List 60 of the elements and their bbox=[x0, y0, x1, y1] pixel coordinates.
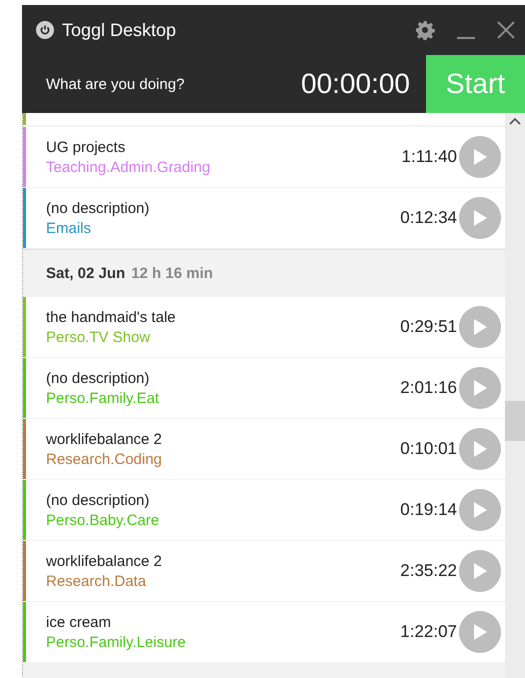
play-icon[interactable] bbox=[472, 440, 488, 458]
entry-project: Perso.Family.Leisure bbox=[46, 634, 187, 650]
day-total: 12 h 16 min bbox=[131, 264, 213, 282]
entry-project: Perso.Family.Eat bbox=[46, 390, 160, 406]
entry-description: worklifebalance 2 bbox=[46, 430, 163, 448]
play-icon[interactable] bbox=[472, 379, 488, 397]
play-button[interactable] bbox=[459, 550, 501, 592]
settings-button[interactable] bbox=[415, 20, 435, 40]
play-button[interactable] bbox=[459, 611, 501, 653]
entry-duration: 0:12:34 bbox=[400, 208, 457, 228]
play-icon[interactable] bbox=[472, 148, 488, 166]
entry-description: ice cream bbox=[46, 614, 112, 630]
entry-project: Perso.TV Show bbox=[46, 328, 152, 346]
power-logo-icon bbox=[36, 21, 54, 39]
entry-project: Research.Data bbox=[46, 572, 148, 590]
day-date: Sat, 02 Jun bbox=[46, 264, 126, 282]
entry-duration: 1:11:40 bbox=[402, 147, 457, 167]
play-button[interactable] bbox=[459, 197, 501, 239]
entry-project: Research.Coding bbox=[46, 450, 163, 468]
entry-duration: 2:01:16 bbox=[400, 378, 457, 398]
play-button[interactable] bbox=[459, 367, 501, 409]
play-icon[interactable] bbox=[472, 562, 488, 580]
entry-duration: 0:10:01 bbox=[400, 439, 457, 459]
play-button[interactable] bbox=[459, 428, 501, 470]
time-entry[interactable]: worklifebalance 2 Research.Coding 0:10:01 bbox=[23, 419, 505, 479]
entry-description: (no description) bbox=[46, 200, 150, 216]
close-button[interactable] bbox=[497, 21, 515, 39]
entry-project: Emails bbox=[46, 220, 92, 236]
entry-description: (no description) bbox=[46, 492, 150, 508]
entry-duration: 1:22:07 bbox=[400, 622, 457, 642]
play-icon[interactable] bbox=[472, 501, 488, 519]
time-entry[interactable]: (no description) Perso.Baby.Care 0:19:14 bbox=[23, 480, 505, 540]
entry-project: Perso.Baby.Care bbox=[46, 512, 160, 528]
play-icon[interactable] bbox=[472, 318, 488, 336]
play-icon[interactable] bbox=[472, 209, 488, 227]
time-entry[interactable]: (no description) Emails 0:12:34 bbox=[23, 188, 505, 248]
entry-description: UG projects bbox=[46, 138, 126, 156]
entry-project: Teaching.Admin.Grading bbox=[46, 158, 212, 176]
entry-duration: 0:19:14 bbox=[400, 500, 457, 520]
scrollbar-thumb[interactable] bbox=[505, 401, 525, 441]
entry-description: worklifebalance 2 bbox=[46, 552, 163, 570]
entry-description: (no description) bbox=[46, 370, 150, 386]
time-entry[interactable]: the handmaid's tale Perso.TV Show 0:29:51 bbox=[23, 297, 505, 357]
entry-duration: 0:29:51 bbox=[400, 317, 457, 337]
time-entry[interactable]: UG projects Teaching.Admin.Grading 1:11:40 bbox=[23, 127, 505, 187]
time-entry[interactable]: ice cream Perso.Family.Leisure 1:22:07 bbox=[23, 602, 505, 662]
entry-description: the handmaid's tale bbox=[46, 308, 177, 326]
scroll-up-icon[interactable] bbox=[509, 117, 521, 125]
minimize-icon[interactable] bbox=[457, 36, 475, 38]
scrollbar[interactable] bbox=[505, 113, 525, 678]
entry-duration: 2:35:22 bbox=[400, 561, 457, 581]
timer-display: 00:00:00 bbox=[301, 68, 410, 100]
time-entry[interactable]: worklifebalance 2 Research.Data 2:35:22 bbox=[23, 541, 505, 601]
time-entry[interactable]: (no description) Perso.Family.Eat 2:01:16 bbox=[23, 358, 505, 418]
play-button[interactable] bbox=[459, 489, 501, 531]
play-button[interactable] bbox=[459, 136, 501, 178]
play-icon[interactable] bbox=[472, 623, 488, 641]
window-title: Toggl Desktop bbox=[62, 20, 178, 40]
description-field[interactable]: What are you doing? bbox=[22, 74, 301, 94]
play-button[interactable] bbox=[459, 306, 501, 348]
